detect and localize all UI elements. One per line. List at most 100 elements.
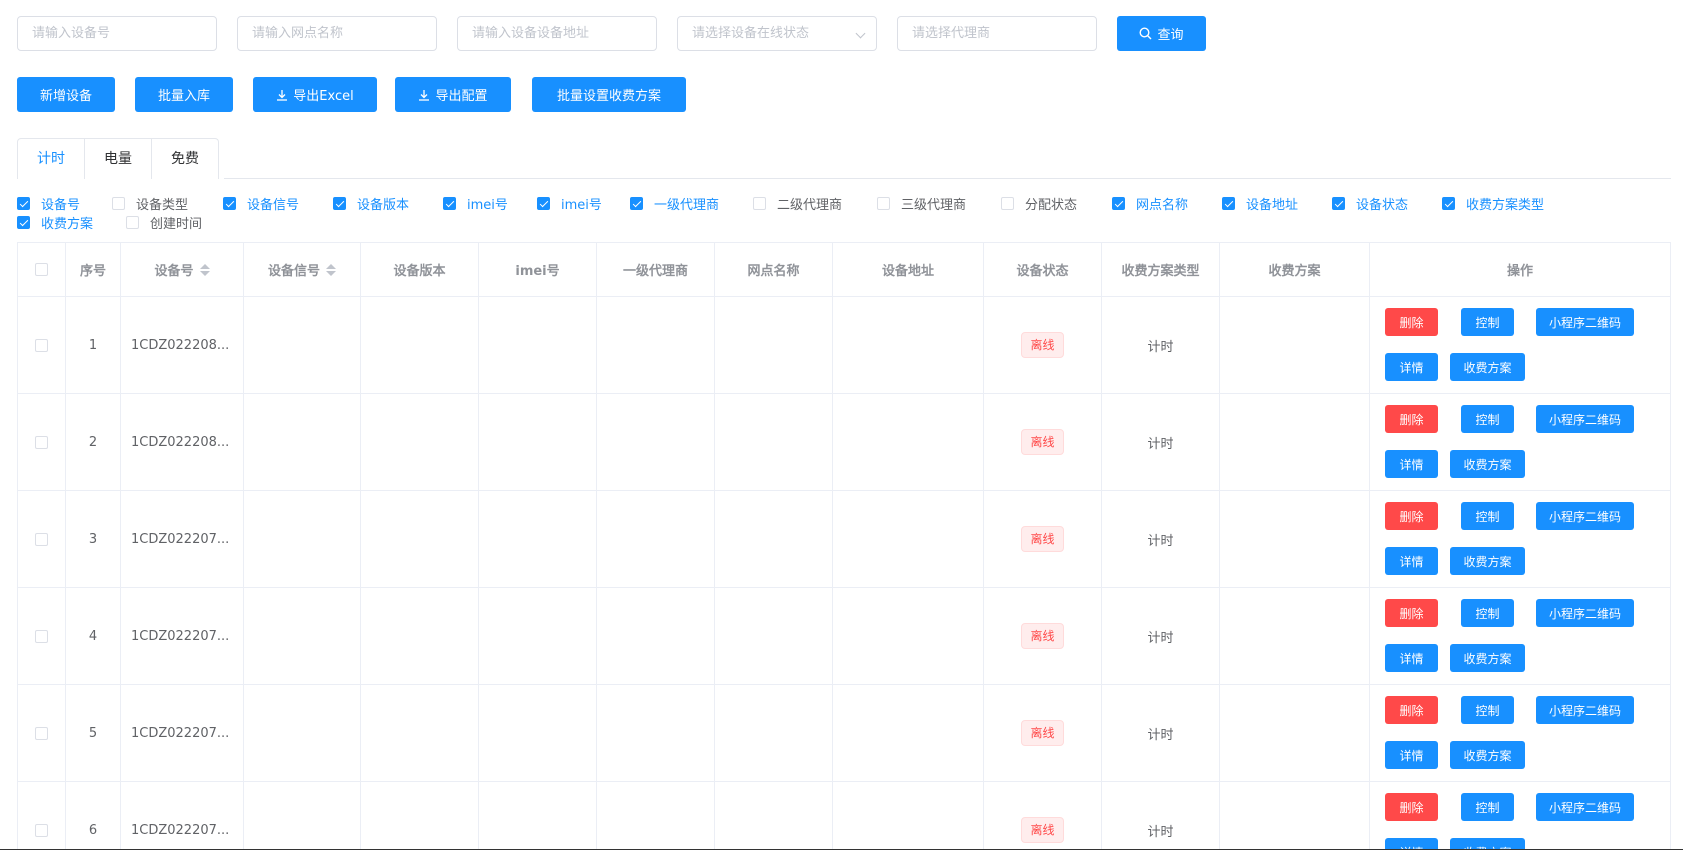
- column-toggle[interactable]: 设备地址: [1222, 194, 1298, 213]
- control-button[interactable]: 控制: [1461, 308, 1514, 336]
- delete-button[interactable]: 删除: [1385, 308, 1438, 336]
- checkbox-checked-icon[interactable]: [17, 216, 30, 229]
- column-toggle[interactable]: 设备版本: [333, 194, 409, 213]
- fee-plan-button[interactable]: 收费方案: [1450, 741, 1525, 769]
- batch-fee-plan-button[interactable]: 批量设置收费方案: [532, 77, 686, 112]
- delete-button[interactable]: 删除: [1385, 696, 1438, 724]
- qrcode-button[interactable]: 小程序二维码: [1536, 696, 1634, 724]
- agent-select[interactable]: 请选择代理商: [897, 16, 1097, 51]
- column-toggle[interactable]: 收费方案: [17, 213, 93, 232]
- detail-button[interactable]: 详情: [1385, 741, 1438, 769]
- cell-fee-type: 计时: [1102, 782, 1220, 850]
- row-checkbox[interactable]: [35, 629, 48, 643]
- checkbox-icon[interactable]: [877, 197, 890, 210]
- cell-address: [833, 588, 984, 684]
- checkbox-icon[interactable]: [1001, 197, 1014, 210]
- fee-plan-button[interactable]: 收费方案: [1450, 547, 1525, 575]
- delete-button[interactable]: 删除: [1385, 793, 1438, 821]
- checkbox-icon[interactable]: [753, 197, 766, 210]
- add-device-button[interactable]: 新增设备: [17, 77, 115, 112]
- online-status-select[interactable]: 请选择设备在线状态: [677, 16, 877, 51]
- column-header-signal[interactable]: 设备信号: [244, 243, 361, 296]
- control-button[interactable]: 控制: [1461, 793, 1514, 821]
- fee-plan-button[interactable]: 收费方案: [1450, 644, 1525, 672]
- cell-outlet: [715, 491, 833, 587]
- detail-button[interactable]: 详情: [1385, 450, 1438, 478]
- qrcode-button[interactable]: 小程序二维码: [1536, 308, 1634, 336]
- checkbox-checked-icon[interactable]: [1112, 197, 1125, 210]
- cell-imei: [479, 685, 597, 781]
- column-toggle[interactable]: 设备类型: [112, 194, 188, 213]
- control-button[interactable]: 控制: [1461, 599, 1514, 627]
- export-config-button[interactable]: 导出配置: [395, 77, 511, 112]
- checkbox-checked-icon[interactable]: [630, 197, 643, 210]
- checkbox-checked-icon[interactable]: [537, 197, 550, 210]
- checkbox-checked-icon[interactable]: [1222, 197, 1235, 210]
- column-toggle[interactable]: 设备状态: [1332, 194, 1408, 213]
- column-toggle[interactable]: 设备信号: [223, 194, 299, 213]
- cell-status: 离线: [984, 588, 1102, 684]
- qrcode-button[interactable]: 小程序二维码: [1536, 793, 1634, 821]
- column-header-label: 设备版本: [393, 264, 446, 279]
- qrcode-button[interactable]: 小程序二维码: [1536, 502, 1634, 530]
- row-checkbox[interactable]: [35, 823, 48, 837]
- detail-button[interactable]: 详情: [1385, 644, 1438, 672]
- delete-button[interactable]: 删除: [1385, 502, 1438, 530]
- column-toggle[interactable]: imei号: [443, 194, 508, 213]
- tab-electricity[interactable]: 电量: [84, 138, 152, 179]
- outlet-name-input[interactable]: 请输入网点名称: [237, 16, 437, 51]
- fee-plan-button[interactable]: 收费方案: [1450, 353, 1525, 381]
- query-button[interactable]: 查询: [1117, 16, 1206, 51]
- column-toggle[interactable]: 创建时间: [126, 213, 202, 232]
- tab-free[interactable]: 免费: [151, 138, 219, 179]
- qrcode-button[interactable]: 小程序二维码: [1536, 599, 1634, 627]
- row-checkbox[interactable]: [35, 338, 48, 352]
- detail-button[interactable]: 详情: [1385, 353, 1438, 381]
- cell-version: [361, 394, 479, 490]
- column-toggle-label: 二级代理商: [777, 198, 843, 213]
- sort-icon[interactable]: [326, 263, 336, 276]
- checkbox-icon[interactable]: [126, 216, 139, 229]
- checkbox-checked-icon[interactable]: [223, 197, 236, 210]
- column-toggle[interactable]: 二级代理商: [753, 194, 842, 213]
- column-toggle[interactable]: 设备号: [17, 194, 80, 213]
- column-header-device-no[interactable]: 设备号: [121, 243, 244, 296]
- row-checkbox[interactable]: [35, 726, 48, 740]
- tab-timing[interactable]: 计时: [17, 138, 85, 179]
- status-badge: 离线: [1021, 526, 1064, 552]
- checkbox-checked-icon[interactable]: [17, 197, 30, 210]
- checkbox-checked-icon[interactable]: [1442, 197, 1455, 210]
- column-toggle[interactable]: 收费方案类型: [1442, 194, 1544, 213]
- column-toggle[interactable]: imei号: [537, 194, 602, 213]
- device-table: 序号 设备号 设备信号 设备版本 imei号 一级代理商 网点名称 设备地址 设备状态 收费方案类…: [17, 242, 1671, 850]
- fee-plan-button[interactable]: 收费方案: [1450, 450, 1525, 478]
- checkbox-checked-icon[interactable]: [1332, 197, 1345, 210]
- sort-icon[interactable]: [199, 263, 210, 276]
- column-toggle[interactable]: 网点名称: [1112, 194, 1188, 213]
- column-toggle[interactable]: 一级代理商: [630, 194, 719, 213]
- row-checkbox[interactable]: [35, 532, 48, 546]
- device-no-input[interactable]: 请输入设备号: [17, 16, 217, 51]
- checkbox-checked-icon[interactable]: [443, 197, 456, 210]
- column-header-outlet: 网点名称: [715, 243, 833, 296]
- column-toggle[interactable]: 分配状态: [1001, 194, 1077, 213]
- cell-fee-type: 计时: [1102, 685, 1220, 781]
- cell-agent1: [597, 394, 715, 490]
- column-toggle[interactable]: 三级代理商: [877, 194, 966, 213]
- checkbox-checked-icon[interactable]: [333, 197, 346, 210]
- checkbox-icon[interactable]: [112, 197, 125, 210]
- control-button[interactable]: 控制: [1461, 502, 1514, 530]
- delete-button[interactable]: 删除: [1385, 599, 1438, 627]
- row-checkbox[interactable]: [35, 435, 48, 449]
- qrcode-button[interactable]: 小程序二维码: [1536, 405, 1634, 433]
- control-button[interactable]: 控制: [1461, 696, 1514, 724]
- select-all-checkbox[interactable]: [35, 263, 48, 276]
- batch-import-button[interactable]: 批量入库: [135, 77, 233, 112]
- export-excel-button[interactable]: 导出Excel: [253, 77, 377, 112]
- chevron-down-icon: [855, 28, 866, 39]
- device-address-input[interactable]: 请输入设备设备地址: [457, 16, 657, 51]
- delete-button[interactable]: 删除: [1385, 405, 1438, 433]
- detail-button[interactable]: 详情: [1385, 547, 1438, 575]
- control-button[interactable]: 控制: [1461, 405, 1514, 433]
- cell-index: 5: [66, 685, 121, 781]
